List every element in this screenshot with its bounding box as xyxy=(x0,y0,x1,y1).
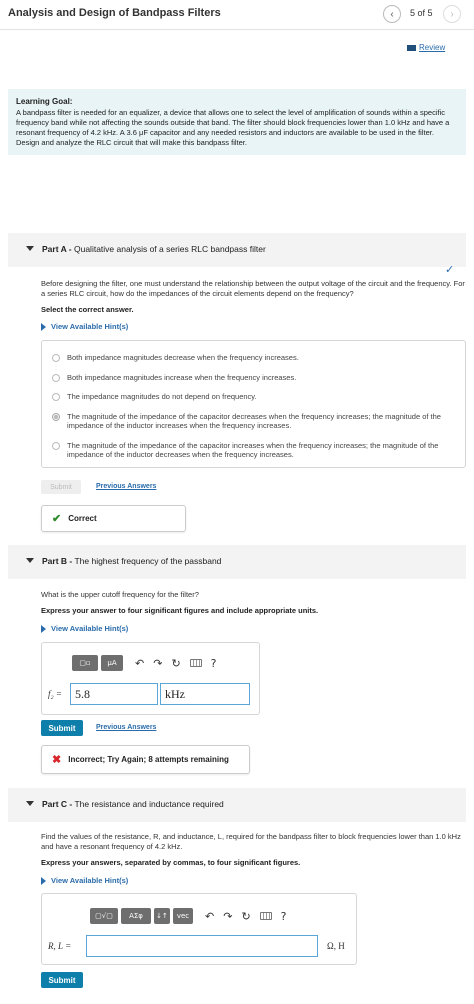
option-row[interactable]: The magnitude of the impedance of the ca… xyxy=(52,441,452,459)
collapse-caret-icon xyxy=(26,801,34,806)
part-b-previous-answers-link[interactable]: Previous Answers xyxy=(96,724,156,731)
redo-icon[interactable]: ↷ xyxy=(223,910,232,923)
reset-icon[interactable]: ↻ xyxy=(241,910,250,923)
collapse-caret-icon xyxy=(26,558,34,563)
part-b-variable-label: f₂ = xyxy=(48,689,62,699)
option-row[interactable]: The impedance magnitudes do not depend o… xyxy=(52,392,452,401)
keyboard-icon[interactable] xyxy=(259,912,272,920)
part-b-label: Part B - xyxy=(42,556,73,566)
option-row[interactable]: Both impedance magnitudes decrease when … xyxy=(52,353,452,362)
option-row[interactable]: Both impedance magnitudes increase when … xyxy=(52,373,452,382)
part-c-hints-link[interactable]: View Available Hint(s) xyxy=(41,876,128,885)
part-a-header[interactable]: Part A - Qualitative analysis of a serie… xyxy=(8,233,466,267)
review-label: Review xyxy=(419,43,446,52)
book-icon xyxy=(407,44,416,51)
collapse-caret-icon xyxy=(26,246,34,251)
templates-button[interactable]: ▢√▢ xyxy=(90,908,118,924)
option-text: The magnitude of the impedance of the ca… xyxy=(67,412,441,430)
page-title: Analysis and Design of Bandpass Filters xyxy=(8,7,221,19)
part-a-title-text: Qualitative analysis of a series RLC ban… xyxy=(73,244,266,254)
part-c-hints-label: View Available Hint(s) xyxy=(51,876,129,885)
part-b-feedback: ✖ Incorrect; Try Again; 8 attempts remai… xyxy=(41,745,250,774)
radio-button[interactable] xyxy=(52,393,60,401)
part-c-title: Part C - The resistance and inductance r… xyxy=(42,799,224,809)
expand-triangle-icon xyxy=(41,322,46,331)
part-b-submit-button[interactable]: Submit xyxy=(41,720,83,736)
part-b-hints-label: View Available Hint(s) xyxy=(51,624,129,633)
expand-triangle-icon xyxy=(41,876,46,885)
part-b-question: What is the upper cutoff frequency for t… xyxy=(41,590,199,599)
option-text: Both impedance magnitudes decrease when … xyxy=(67,353,299,362)
part-c-variable-label: R, L = xyxy=(48,941,72,951)
part-c-label: Part C - xyxy=(42,799,73,809)
part-c-instruction: Express your answers, separated by comma… xyxy=(41,858,301,867)
radio-button[interactable] xyxy=(52,374,60,382)
radio-button-selected[interactable] xyxy=(52,413,60,421)
next-arrow-icon[interactable]: › xyxy=(443,5,461,23)
part-c-answer-box: ▢√▢ ΑΣφ ↓↑ vec ↶ ↷ ↻ ? R, L = Ω, H xyxy=(41,893,357,965)
math-toolbar: ▢▫ μA ↶ ↷ ↻ ? xyxy=(72,655,217,671)
review-link[interactable]: Review xyxy=(407,43,445,52)
help-icon[interactable]: ? xyxy=(211,657,217,670)
help-icon[interactable]: ? xyxy=(281,910,287,923)
radio-button[interactable] xyxy=(52,354,60,362)
part-b-answer-box: ▢▫ μA ↶ ↷ ↻ ? f₂ = 5.8 kHz xyxy=(41,642,260,715)
option-text: The magnitude of the impedance of the ca… xyxy=(67,441,439,459)
top-bar: Analysis and Design of Bandpass Filters … xyxy=(0,0,474,30)
reset-icon[interactable]: ↻ xyxy=(171,657,180,670)
arrows-button[interactable]: ↓↑ xyxy=(154,908,170,924)
part-a-feedback: ✔ Correct xyxy=(41,505,186,532)
part-a-submit-button[interactable]: Submit xyxy=(41,480,81,494)
part-c-unit-label: Ω, H xyxy=(327,941,345,951)
part-b-title: Part B - The highest frequency of the pa… xyxy=(42,556,221,566)
correct-check-icon: ✔ xyxy=(52,513,62,525)
completed-check-icon: ✓ xyxy=(445,264,455,276)
page-counter: 5 of 5 xyxy=(410,8,433,18)
part-a-title: Part A - Qualitative analysis of a serie… xyxy=(42,244,266,254)
math-toolbar: ▢√▢ ΑΣφ ↓↑ vec ↶ ↷ ↻ ? xyxy=(90,908,287,924)
learning-goal: Learning Goal: A bandpass filter is need… xyxy=(8,89,466,155)
part-c-header[interactable]: Part C - The resistance and inductance r… xyxy=(8,788,466,822)
part-b-instruction: Express your answer to four significant … xyxy=(41,606,319,615)
part-a-question: Before designing the filter, one must un… xyxy=(41,279,465,298)
expand-triangle-icon xyxy=(41,624,46,633)
keyboard-icon[interactable] xyxy=(189,659,202,667)
part-a-options: Both impedance magnitudes decrease when … xyxy=(41,340,466,468)
part-a-hints-link[interactable]: View Available Hint(s) xyxy=(41,322,128,331)
templates-button[interactable]: ▢▫ xyxy=(72,655,98,671)
vector-button[interactable]: vec xyxy=(173,908,193,924)
learning-goal-text: A bandpass filter is needed for an equal… xyxy=(16,108,450,147)
part-b-value-input[interactable]: 5.8 xyxy=(70,683,158,705)
part-a-hints-label: View Available Hint(s) xyxy=(51,322,129,331)
part-b-title-text: The highest frequency of the passband xyxy=(74,556,222,566)
units-button[interactable]: μA xyxy=(101,655,123,671)
option-text: Both impedance magnitudes increase when … xyxy=(67,373,297,382)
part-a-feedback-text: Correct xyxy=(68,514,97,523)
option-row-selected[interactable]: The magnitude of the impedance of the ca… xyxy=(52,412,452,430)
learning-goal-title: Learning Goal: xyxy=(16,97,73,106)
part-a-previous-answers-link[interactable]: Previous Answers xyxy=(96,483,156,490)
part-c-value-input[interactable] xyxy=(86,935,318,957)
incorrect-x-icon: ✖ xyxy=(52,754,62,766)
part-c-question: Find the values of the resistance, R, an… xyxy=(41,832,461,851)
part-c-title-text: The resistance and inductance required xyxy=(74,799,224,809)
part-c-submit-button[interactable]: Submit xyxy=(41,972,83,988)
radio-button[interactable] xyxy=(52,442,60,450)
part-b-hints-link[interactable]: View Available Hint(s) xyxy=(41,624,128,633)
part-b-feedback-text: Incorrect; Try Again; 8 attempts remaini… xyxy=(68,755,229,764)
greek-symbols-button[interactable]: ΑΣφ xyxy=(121,908,151,924)
part-b-header[interactable]: Part B - The highest frequency of the pa… xyxy=(8,545,466,579)
undo-icon[interactable]: ↶ xyxy=(135,657,144,670)
part-b-unit-input[interactable]: kHz xyxy=(160,683,250,705)
part-a-label: Part A - xyxy=(42,244,72,254)
undo-icon[interactable]: ↶ xyxy=(205,910,214,923)
redo-icon[interactable]: ↷ xyxy=(153,657,162,670)
part-a-instruction: Select the correct answer. xyxy=(41,305,134,314)
option-text: The impedance magnitudes do not depend o… xyxy=(67,392,257,401)
previous-arrow-icon[interactable]: ‹ xyxy=(383,5,401,23)
